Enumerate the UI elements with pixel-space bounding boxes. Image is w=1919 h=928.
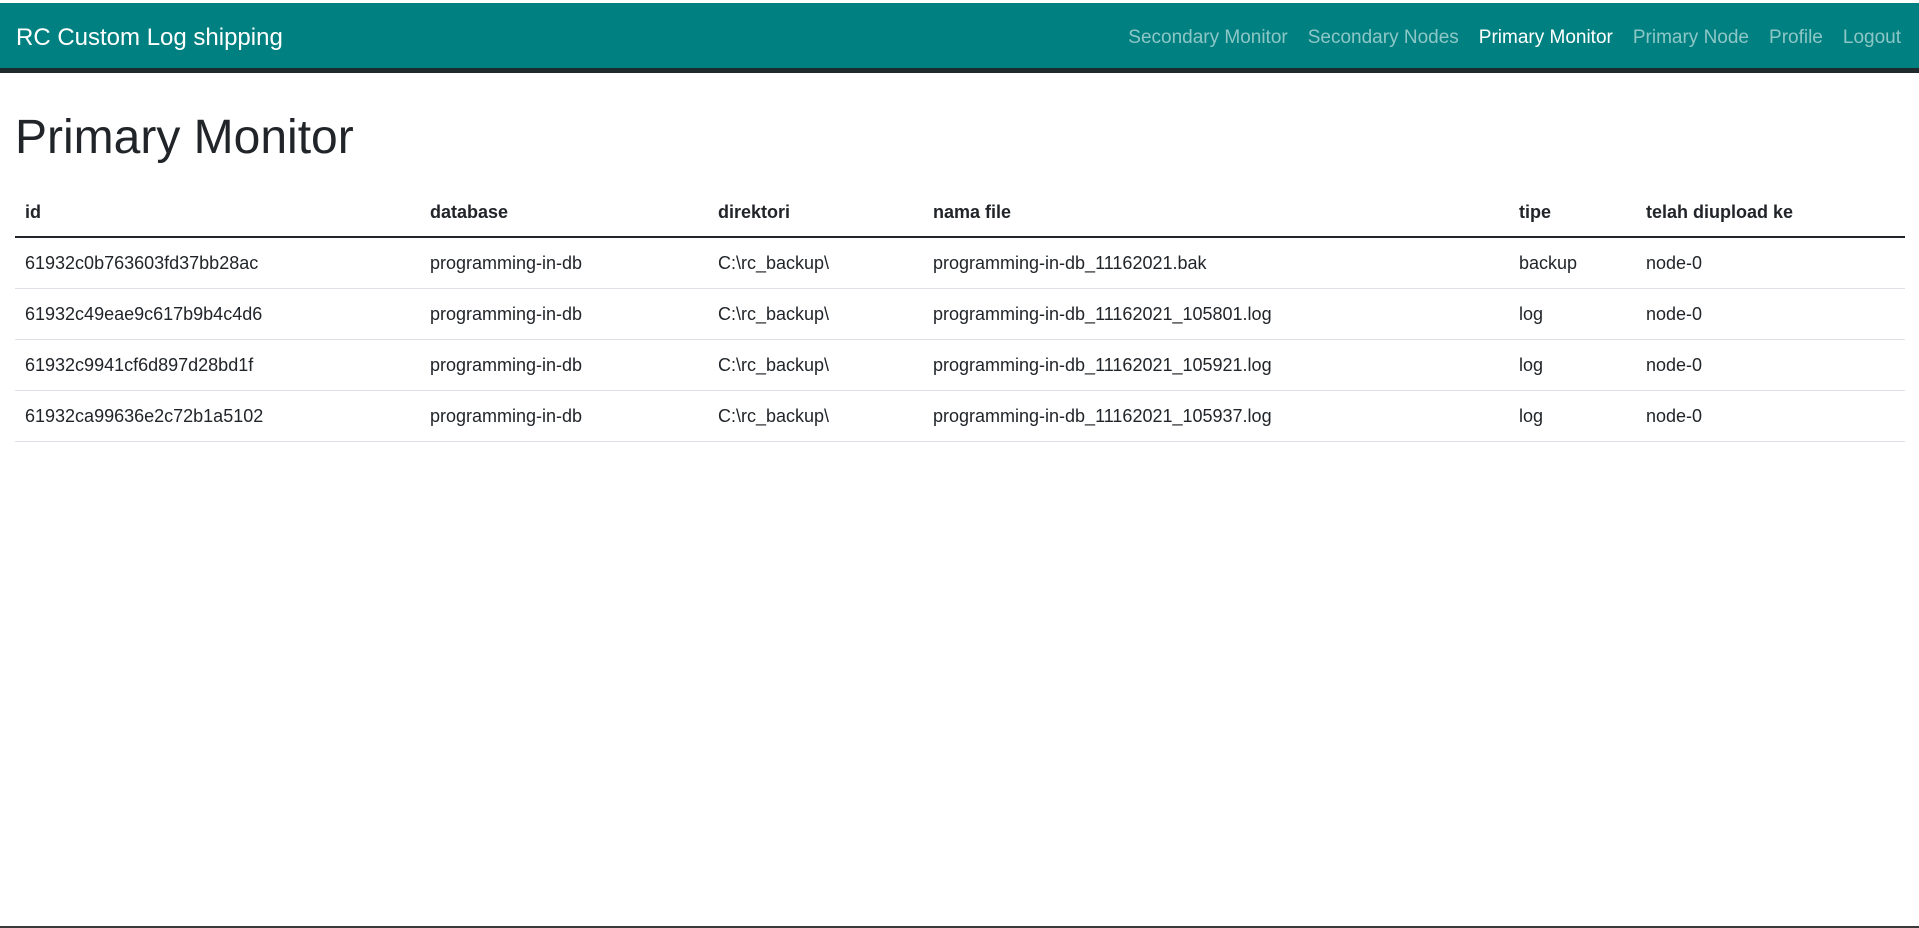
- cell-direktori: C:\rc_backup\: [708, 390, 923, 442]
- cell-tipe: log: [1509, 390, 1636, 442]
- navbar: RC Custom Log shipping Secondary Monitor…: [0, 3, 1919, 73]
- nav-item-logout: Logout: [1843, 27, 1901, 49]
- cell-database: programming-in-db: [420, 339, 708, 391]
- nav-link-profile[interactable]: Profile: [1769, 27, 1823, 48]
- column-header-telah-diupload-ke: telah diupload ke: [1636, 188, 1905, 238]
- table-row: 61932c9941cf6d897d28bd1f programming-in-…: [15, 339, 1905, 391]
- cell-database: programming-in-db: [420, 288, 708, 340]
- cell-database: programming-in-db: [420, 237, 708, 289]
- nav-item-profile: Profile: [1769, 27, 1823, 49]
- nav-item-primary-node: Primary Node: [1633, 27, 1749, 49]
- cell-tipe: log: [1509, 339, 1636, 391]
- column-header-id: id: [15, 188, 420, 238]
- table-row: 61932c49eae9c617b9b4c4d6 programming-in-…: [15, 288, 1905, 340]
- column-header-database: database: [420, 188, 708, 238]
- table-header: id database direktori nama file tipe tel…: [15, 188, 1905, 238]
- nav-links: Secondary Monitor Secondary Nodes Primar…: [1108, 3, 1901, 73]
- nav-link-primary-node[interactable]: Primary Node: [1633, 27, 1749, 48]
- cell-telah-diupload-ke: node-0: [1636, 288, 1905, 340]
- cell-nama-file: programming-in-db_11162021.bak: [923, 237, 1509, 289]
- cell-id: 61932c9941cf6d897d28bd1f: [15, 339, 420, 391]
- nav-item-secondary-monitor: Secondary Monitor: [1128, 27, 1287, 49]
- column-header-direktori: direktori: [708, 188, 923, 238]
- nav-item-primary-monitor: Primary Monitor: [1479, 27, 1613, 49]
- column-header-tipe: tipe: [1509, 188, 1636, 238]
- cell-tipe: log: [1509, 288, 1636, 340]
- nav-link-primary-monitor[interactable]: Primary Monitor: [1479, 27, 1613, 48]
- cell-tipe: backup: [1509, 237, 1636, 289]
- nav-link-secondary-monitor[interactable]: Secondary Monitor: [1128, 27, 1287, 48]
- cell-direktori: C:\rc_backup\: [708, 339, 923, 391]
- cell-id: 61932c49eae9c617b9b4c4d6: [15, 288, 420, 340]
- page: RC Custom Log shipping Secondary Monitor…: [0, 0, 1919, 928]
- page-title: Primary Monitor: [15, 111, 354, 164]
- cell-database: programming-in-db: [420, 390, 708, 442]
- cell-nama-file: programming-in-db_11162021_105921.log: [923, 339, 1509, 391]
- cell-direktori: C:\rc_backup\: [708, 288, 923, 340]
- nav-item-secondary-nodes: Secondary Nodes: [1308, 27, 1459, 49]
- table-row: 61932c0b763603fd37bb28ac programming-in-…: [15, 237, 1905, 289]
- table-body: 61932c0b763603fd37bb28ac programming-in-…: [15, 237, 1905, 442]
- column-header-nama-file: nama file: [923, 188, 1509, 238]
- table-header-row: id database direktori nama file tipe tel…: [15, 188, 1905, 238]
- cell-direktori: C:\rc_backup\: [708, 237, 923, 289]
- cell-nama-file: programming-in-db_11162021_105937.log: [923, 390, 1509, 442]
- cell-id: 61932c0b763603fd37bb28ac: [15, 237, 420, 289]
- nav-link-secondary-nodes[interactable]: Secondary Nodes: [1308, 27, 1459, 48]
- primary-monitor-table: id database direktori nama file tipe tel…: [15, 188, 1905, 442]
- nav-link-logout[interactable]: Logout: [1843, 27, 1901, 48]
- cell-telah-diupload-ke: node-0: [1636, 237, 1905, 289]
- cell-id: 61932ca99636e2c72b1a5102: [15, 390, 420, 442]
- table-row: 61932ca99636e2c72b1a5102 programming-in-…: [15, 390, 1905, 442]
- brand-link[interactable]: RC Custom Log shipping: [16, 3, 283, 73]
- cell-telah-diupload-ke: node-0: [1636, 390, 1905, 442]
- cell-telah-diupload-ke: node-0: [1636, 339, 1905, 391]
- cell-nama-file: programming-in-db_11162021_105801.log: [923, 288, 1509, 340]
